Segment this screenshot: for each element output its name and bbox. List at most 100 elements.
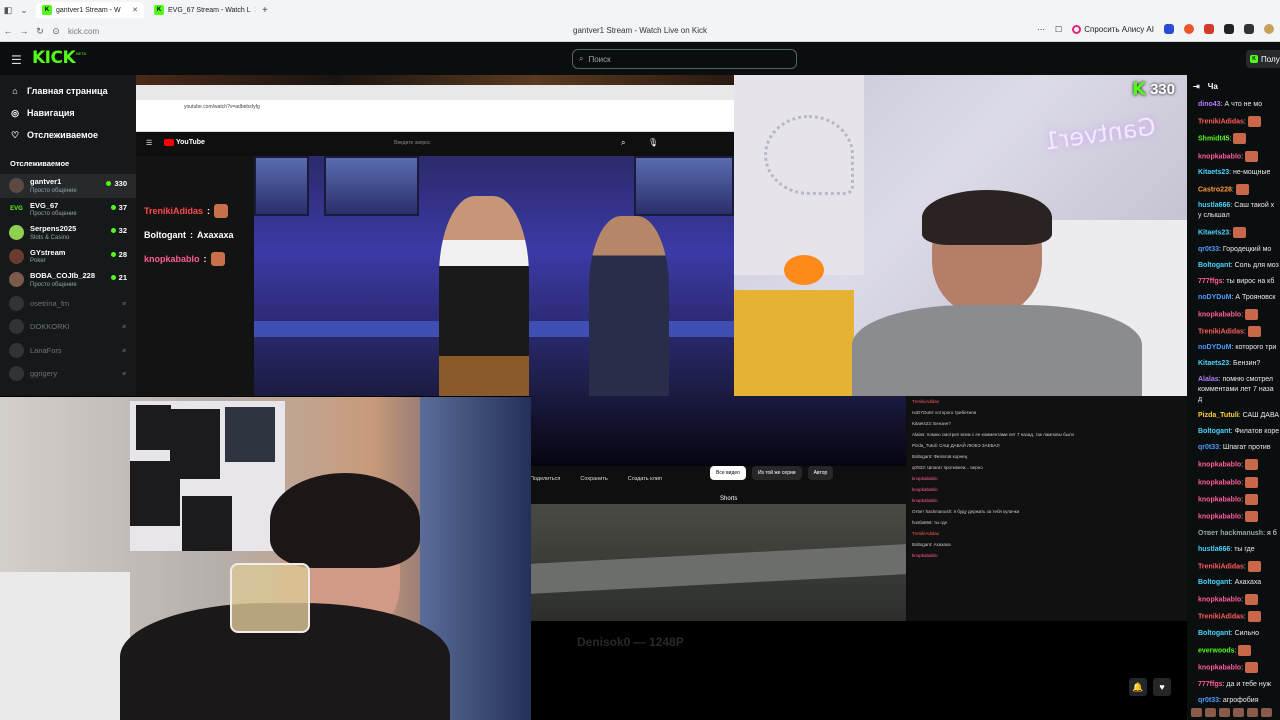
emote-icon[interactable] <box>1191 708 1202 717</box>
channel-category: Просто общение <box>30 281 77 288</box>
channel-gystream[interactable]: GYstream Poker 28 <box>0 245 136 269</box>
chat-username[interactable]: 777ffgs <box>1198 681 1223 688</box>
chat-username[interactable]: Boltogant <box>1198 579 1231 586</box>
chat-username[interactable]: TrenikiAdidas <box>1198 614 1244 621</box>
chat-username[interactable]: dino43 <box>1198 101 1221 108</box>
chat-username[interactable]: knopkabablo <box>1198 496 1241 503</box>
heart-icon[interactable]: ♥ <box>1153 678 1171 696</box>
channel-offline[interactable]: ggrigery ⌀ <box>0 362 136 386</box>
chat-username[interactable]: Boltogant <box>1198 630 1231 637</box>
chevron-down-icon[interactable]: ⌄ <box>16 5 32 16</box>
bell-icon[interactable]: 🔔 <box>1129 678 1147 696</box>
emote-icon[interactable] <box>1261 708 1272 717</box>
emote-icon[interactable] <box>1205 708 1216 717</box>
nav-following[interactable]: ♡ Отслеживаемое <box>0 124 136 146</box>
chat-username[interactable]: Shmidt45 <box>1198 136 1230 143</box>
channel-name: DOKKORKI <box>30 322 70 331</box>
chat-username[interactable]: Alalas <box>1198 376 1219 383</box>
shield-extension-icon[interactable] <box>1164 24 1174 34</box>
chat-username[interactable]: TrenikiAdidas <box>1198 328 1244 335</box>
chat-username[interactable]: knopkabablo <box>1198 153 1241 160</box>
chat-username[interactable]: knopkabablo <box>1198 479 1241 486</box>
fire-extension-icon[interactable] <box>1184 24 1194 34</box>
chip: Из той же серии <box>751 466 802 480</box>
nav-home[interactable]: ⌂ Главная страница <box>0 80 136 102</box>
chat-username[interactable]: noDYDuM <box>1198 344 1231 351</box>
chat-username[interactable]: hustla666 <box>1198 202 1230 209</box>
poster <box>225 407 275 462</box>
emote-icon <box>1233 227 1247 239</box>
login-button[interactable]: K Полу <box>1246 50 1280 68</box>
sidebar-toggle-icon[interactable]: ◧ <box>0 5 16 16</box>
chat-username[interactable]: qr0t33 <box>1198 444 1219 451</box>
search-input[interactable]: ⌕ Поиск <box>572 49 797 69</box>
puzzle-icon[interactable] <box>1244 24 1254 34</box>
nav-browse[interactable]: ◎ Навигация <box>0 102 136 124</box>
stage-screen <box>634 156 734 216</box>
chat-username[interactable]: knopkabablo <box>1198 311 1241 318</box>
kick-logo[interactable]: KICK <box>32 48 76 68</box>
chat-username[interactable]: knopkabablo <box>1198 462 1241 469</box>
player-buttons: 🔔 ♥ <box>1129 678 1171 696</box>
chat-username[interactable]: Kitaets23 <box>1198 169 1229 176</box>
road-lane <box>530 544 906 594</box>
fox-extension-icon[interactable] <box>1204 24 1214 34</box>
overlay-chat-row: knopkabablo: <box>144 247 234 271</box>
chat-username[interactable]: TrenikiAdidas <box>1198 563 1244 570</box>
chat-username[interactable]: noDYDuM <box>1198 294 1231 301</box>
channel-gantver1[interactable]: gantver1 Просто общение 330 <box>0 174 136 198</box>
home-icon: ⌂ <box>12 86 18 96</box>
emote-icon[interactable] <box>1247 708 1258 717</box>
extension-icon[interactable] <box>1224 24 1234 34</box>
collapse-chat-icon[interactable]: ⇥ <box>1193 82 1200 91</box>
close-icon[interactable]: ✕ <box>255 6 256 14</box>
chat-username[interactable]: knopkabablo <box>1198 665 1241 672</box>
bookmark-icon[interactable]: ☐ <box>1055 25 1062 34</box>
chat-username[interactable]: Boltogant <box>1198 262 1231 269</box>
channel-evg67[interactable]: EVG EVG_67 Просто общение 37 <box>0 198 136 222</box>
chat-username[interactable]: Kitaets23 <box>1198 230 1229 237</box>
menu-icon[interactable]: ☰ <box>11 53 22 67</box>
chat-text: Филатов коре <box>1234 428 1280 436</box>
chat-username[interactable]: TrenikiAdidas <box>1198 118 1244 125</box>
tab-evg67[interactable]: K EVG_67 Stream - Watch L ✕ <box>148 2 256 18</box>
new-tab-button[interactable]: + <box>262 5 268 16</box>
channel-offline[interactable]: DOKKORKI ⌀ <box>0 315 136 339</box>
channel-category: Просто общение <box>30 187 77 194</box>
alice-button[interactable]: Спросить Алису AI <box>1072 24 1154 34</box>
tab-gantver1[interactable]: K gantver1 Stream - W ✕ <box>36 2 144 18</box>
channel-boba[interactable]: BOBA_COJIb_228 Просто общение 21 <box>0 268 136 292</box>
chat-username[interactable]: Kitaets23 <box>1198 360 1229 367</box>
menu-dots-icon[interactable]: ⋯ <box>1037 25 1045 34</box>
channel-name: BOBA_COJIb_228 <box>30 271 96 280</box>
beer-mug <box>230 563 310 633</box>
webcam-overlay <box>0 396 531 720</box>
close-icon[interactable]: ✕ <box>132 6 138 14</box>
chat-text: Шпагат против <box>1222 444 1271 452</box>
chat-username[interactable]: knopkabablo <box>1198 596 1241 603</box>
chat-username[interactable]: Pizda_Tutuli <box>1198 412 1239 419</box>
emote-icon <box>1247 611 1261 623</box>
chat-message: knopkabablo: <box>1187 591 1280 608</box>
chat-username[interactable]: knopkabablo <box>1198 514 1241 521</box>
overlay-user: Boltogant <box>144 229 186 240</box>
chat-username[interactable]: Boltogant <box>1198 428 1231 435</box>
channel-offline[interactable]: LanaFors ⌀ <box>0 339 136 363</box>
chat-username[interactable]: hustla666 <box>1198 546 1230 553</box>
chat-username[interactable]: Ответ hackmanush <box>1198 530 1263 537</box>
profile-avatar-icon[interactable] <box>1264 24 1274 34</box>
channel-serpens2025[interactable]: Serpens2025 Slots & Casino 32 <box>0 221 136 245</box>
emote-icon[interactable] <box>1233 708 1244 717</box>
channel-offline[interactable]: osetrina_fm ⌀ <box>0 292 136 316</box>
chat-text: которого три <box>1235 344 1277 352</box>
chat-username[interactable]: qr0t33 <box>1198 697 1219 704</box>
chat-username[interactable]: everwoods <box>1198 647 1235 654</box>
alice-label: Спросить Алису AI <box>1084 24 1154 34</box>
chat-message: Shmidt45: <box>1187 130 1280 147</box>
chat-username[interactable]: Castro228 <box>1198 186 1232 193</box>
chat-username[interactable]: 777ffgs <box>1198 278 1223 285</box>
emote-icon[interactable] <box>1219 708 1230 717</box>
channel-category: Просто общение <box>30 211 77 217</box>
chat-username[interactable]: qr0t33 <box>1198 246 1219 253</box>
chat-message: Ответ hackmanush: я б <box>1187 526 1280 542</box>
